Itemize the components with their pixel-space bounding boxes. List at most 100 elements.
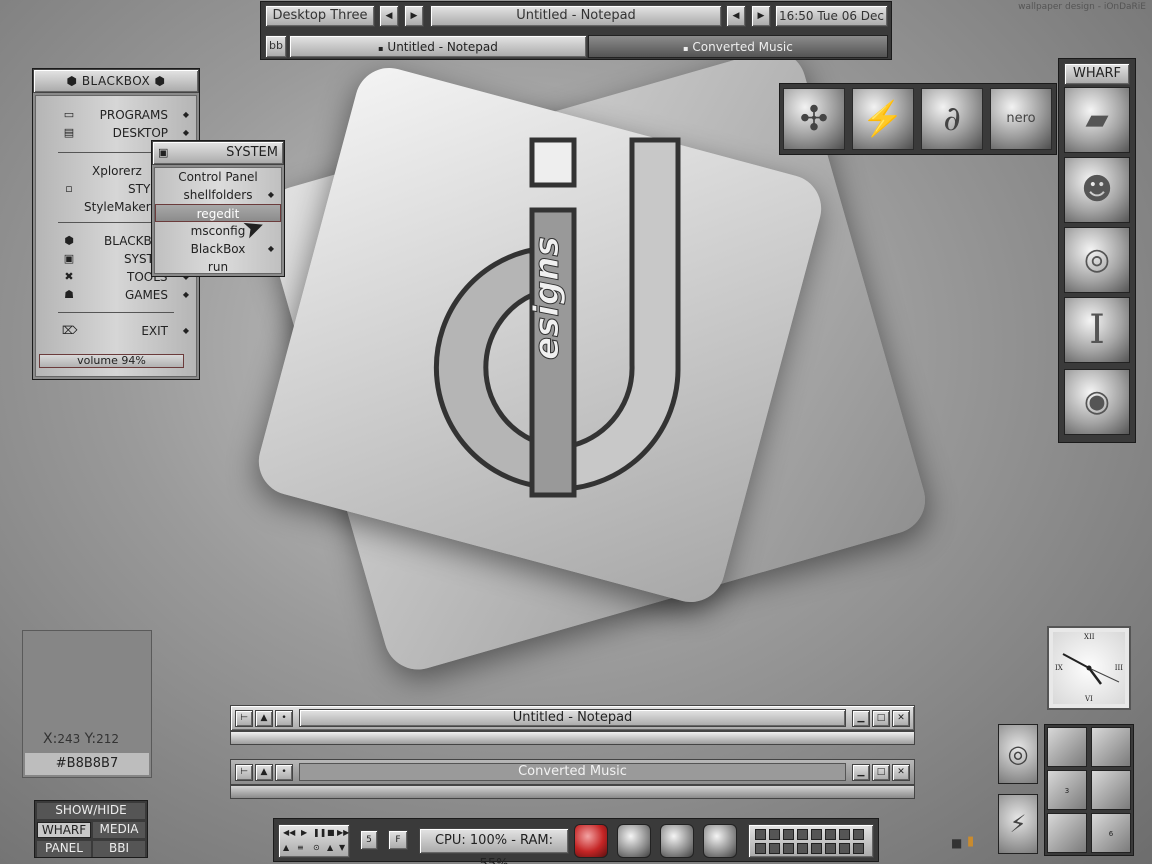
volume-slider[interactable]: volume 94%	[39, 354, 184, 368]
desktop-5[interactable]	[1047, 813, 1087, 853]
tray-icon[interactable]	[755, 829, 766, 840]
menu-item-label: PROGRAMS	[99, 108, 168, 122]
playlist-icon[interactable]: ≡	[297, 843, 304, 852]
window-title: Converted Music	[299, 763, 846, 781]
tray-icon[interactable]	[783, 843, 794, 854]
eject-icon[interactable]: ▲	[283, 843, 289, 852]
lens-icon[interactable]	[703, 824, 737, 858]
maximize-icon[interactable]: □	[872, 764, 890, 781]
tray-icon[interactable]	[853, 843, 864, 854]
tray-icon[interactable]	[811, 829, 822, 840]
toggle-wharf-button[interactable]: WHARF	[37, 822, 91, 838]
toggle-bbi-button[interactable]: BBI	[93, 841, 145, 857]
desktop-3[interactable]: 3	[1047, 770, 1087, 810]
lens-icon[interactable]: ◉	[1064, 369, 1130, 435]
submenu-item-blackbox[interactable]: BlackBox ◆	[155, 240, 281, 258]
tray-icon[interactable]	[853, 829, 864, 840]
tray-icon[interactable]	[783, 829, 794, 840]
bottom-panel: ◀◀ ▶ ❚❚ ■ ▶▶ ▲ ≡ ⊙ ▲ ▼ 5 F CPU: 100% - R…	[273, 818, 879, 864]
menu-title-label: BLACKBOX	[81, 74, 151, 88]
desktop-1[interactable]	[1047, 727, 1087, 767]
quicktime-icon[interactable]: ◎	[1064, 227, 1130, 293]
next-window-button[interactable]: ▶	[751, 5, 771, 27]
repeat-icon[interactable]: ⊙	[313, 843, 320, 852]
hex-icon: ⬢	[150, 74, 166, 88]
tray-icon[interactable]	[769, 843, 780, 854]
window-handle-music[interactable]	[230, 785, 915, 799]
tray-icon[interactable]	[755, 843, 766, 854]
messenger-icon[interactable]: ☻	[1064, 157, 1130, 223]
bb-button[interactable]: bb	[265, 35, 287, 58]
nero-icon[interactable]: nero	[990, 88, 1052, 150]
pin-icon[interactable]: ⊢	[235, 764, 253, 781]
window-titlebar-music[interactable]: ⊢ ▲ • Converted Music ▁ □ ✕	[230, 759, 915, 785]
maximize-icon[interactable]: □	[872, 710, 890, 727]
window-titlebar-notepad[interactable]: ⊢ ▲ • Untitled - Notepad ▁ □ ✕	[230, 705, 915, 731]
five-button[interactable]: 5	[360, 830, 378, 850]
folder-icon: ▪	[683, 44, 689, 53]
tray-icon[interactable]	[797, 843, 808, 854]
next-workspace-button[interactable]: ▶	[404, 5, 424, 27]
volume-up-icon[interactable]: ▲	[327, 843, 333, 852]
close-icon[interactable]: ✕	[892, 764, 910, 781]
designs-icon[interactable]: ∂	[921, 88, 983, 150]
menu-item-games[interactable]: ☗ GAMES ◆	[36, 286, 196, 304]
task-tab-music[interactable]: ▪ Converted Music	[588, 35, 888, 58]
minimize-icon[interactable]: ▁	[852, 764, 870, 781]
wallpaper-credit: wallpaper design - iOnDaRiE	[1018, 2, 1146, 12]
text-tool-icon[interactable]: I	[1064, 297, 1130, 363]
tray-icon[interactable]	[811, 843, 822, 854]
raise-icon[interactable]: ▲	[255, 764, 273, 781]
desktop-6[interactable]: 6	[1091, 813, 1131, 853]
window-handle-notepad[interactable]	[230, 731, 915, 745]
toggle-media-button[interactable]: MEDIA	[93, 822, 145, 838]
desktop-4[interactable]	[1091, 770, 1131, 810]
submenu-item-run[interactable]: run	[155, 258, 281, 276]
menu-item-exit[interactable]: ⌦ EXIT ◆	[36, 322, 196, 340]
show-hide-panel: SHOW/HIDE WHARF MEDIA PANEL BBI	[34, 800, 148, 858]
tray-icon[interactable]	[797, 829, 808, 840]
prev-window-button[interactable]: ◀	[726, 5, 746, 27]
zip-icon[interactable]: ⚡	[852, 88, 914, 150]
tray-icon[interactable]	[839, 843, 850, 854]
red-app-icon[interactable]	[574, 824, 608, 858]
hex-icon: ⬢	[66, 74, 82, 88]
submenu-item-shellfolders[interactable]: shellfolders ◆	[155, 186, 281, 204]
gecko-icon[interactable]: ✣	[783, 88, 845, 150]
pin-icon[interactable]: ⊢	[235, 710, 253, 727]
tray-icon[interactable]	[839, 829, 850, 840]
tray-icon[interactable]	[825, 843, 836, 854]
tray-icon[interactable]	[769, 829, 780, 840]
toggle-panel-button[interactable]: PANEL	[37, 841, 91, 857]
cursor-coordinates: X:243 Y:212	[43, 731, 119, 747]
tray-icon[interactable]	[825, 829, 836, 840]
desktop-2[interactable]	[1091, 727, 1131, 767]
minimize-icon[interactable]: ▁	[852, 710, 870, 727]
tray-cube-icon[interactable]: ■	[951, 836, 962, 850]
forward-icon[interactable]: ▶▶	[337, 828, 349, 837]
nero-small-icon[interactable]: ◎	[998, 724, 1038, 784]
gear-icon[interactable]	[617, 824, 651, 858]
rewind-icon[interactable]: ◀◀	[283, 828, 295, 837]
stop-icon[interactable]: ■	[327, 828, 335, 837]
task-tab-notepad[interactable]: ▪ Untitled - Notepad	[289, 35, 587, 58]
folder-icon[interactable]: ▰	[1064, 87, 1130, 153]
toolbar-window-title[interactable]: Untitled - Notepad	[430, 5, 722, 27]
pause-icon[interactable]: ❚❚	[313, 828, 326, 837]
zip-small-icon[interactable]: ⚡	[998, 794, 1038, 854]
raise-icon[interactable]: ▲	[255, 710, 273, 727]
shade-icon[interactable]: •	[275, 764, 293, 781]
prev-workspace-button[interactable]: ◀	[379, 5, 399, 27]
x-label: X:	[43, 731, 58, 747]
menu-item-programs[interactable]: ▭ PROGRAMS ◆	[36, 106, 196, 124]
submenu-item-control-panel[interactable]: Control Panel	[155, 168, 281, 186]
tray-box-icon[interactable]: ▮	[967, 834, 974, 849]
volume-down-icon[interactable]: ▼	[339, 843, 345, 852]
workspace-label[interactable]: Desktop Three	[265, 5, 375, 27]
f-button[interactable]: F	[388, 830, 408, 850]
play-icon[interactable]: ▶	[301, 828, 307, 837]
shade-icon[interactable]: •	[275, 710, 293, 727]
quicktime-icon[interactable]	[660, 824, 694, 858]
close-icon[interactable]: ✕	[892, 710, 910, 727]
hex-color-value: #B8B8B7	[25, 753, 149, 775]
